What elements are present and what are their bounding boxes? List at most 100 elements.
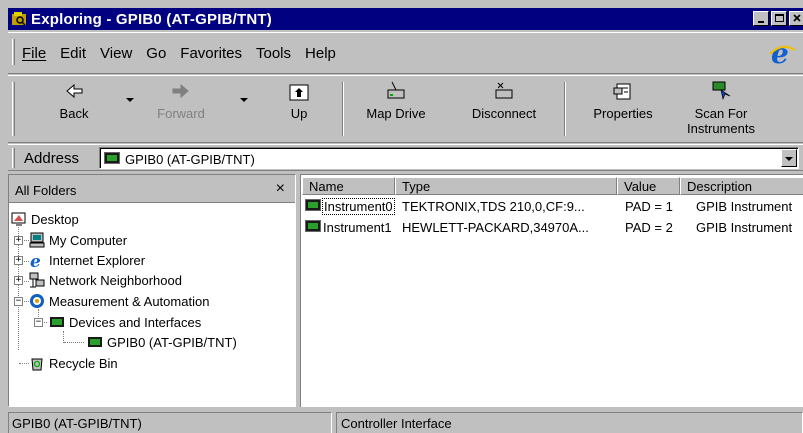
address-dropdown-button[interactable] [781, 149, 797, 167]
tree-label: Recycle Bin [49, 355, 118, 371]
status-location: GPIB0 (AT-GPIB/TNT) [8, 412, 332, 433]
forward-arrow-icon [169, 80, 193, 102]
devices-icon [49, 314, 65, 330]
back-dropdown-icon[interactable] [126, 98, 134, 102]
tree-item-desktop[interactable]: Desktop [11, 211, 79, 227]
back-label: Back [59, 106, 89, 121]
properties-label: Properties [593, 106, 653, 121]
table-row[interactable]: Instrument0 TEKTRONIX,TDS 210,0,CF:9... … [301, 196, 803, 216]
tree-item-my-computer[interactable]: My Computer [29, 232, 127, 248]
scan-for-instruments-button[interactable]: Scan For Instruments [684, 80, 758, 136]
up-folder-icon [287, 80, 311, 102]
mx-icon [29, 293, 45, 309]
folders-pane-header: All Folders × [9, 175, 295, 203]
back-button[interactable]: Back [54, 80, 94, 121]
row-description: GPIB Instrument [696, 220, 793, 235]
explorer-icon [11, 11, 27, 27]
back-arrow-icon [62, 80, 86, 102]
forward-button[interactable]: Forward [156, 80, 206, 121]
window-title: Exploring - GPIB0 (AT-GPIB/TNT) [31, 10, 272, 28]
gpib-instrument-icon [305, 220, 321, 232]
all-folders-label: All Folders [15, 183, 77, 198]
menu-tools[interactable]: Tools [256, 45, 291, 62]
toolbar-grip[interactable] [12, 82, 15, 136]
minimize-button[interactable] [753, 11, 769, 26]
tree-label: GPIB0 (AT-GPIB/TNT) [107, 334, 237, 350]
row-value: PAD = 2 [625, 220, 673, 235]
collapse-devices-interfaces[interactable]: − [34, 318, 43, 327]
expand-my-computer[interactable]: + [14, 236, 23, 245]
svg-text:e: e [30, 252, 41, 268]
tree-label: Devices and Interfaces [69, 314, 202, 330]
tree-item-gpib0[interactable]: GPIB0 (AT-GPIB/TNT) [87, 334, 237, 350]
tree-item-measurement-automation[interactable]: Measurement & Automation [29, 293, 209, 309]
map-drive-icon [384, 80, 408, 102]
forward-dropdown-icon[interactable] [240, 98, 248, 102]
network-icon [29, 272, 45, 288]
expand-network-neighborhood[interactable]: + [14, 276, 23, 285]
tree-item-recycle-bin[interactable]: Recycle Bin [29, 355, 118, 371]
properties-button[interactable]: Properties [588, 80, 658, 121]
close-button[interactable] [789, 11, 803, 26]
forward-label: Forward [157, 106, 205, 121]
tree-line [18, 227, 19, 350]
status-description: Controller Interface [336, 412, 803, 433]
menubar-grip[interactable] [12, 39, 15, 65]
disconnect-label: Disconnect [471, 106, 537, 121]
collapse-measurement-automation[interactable]: − [14, 297, 23, 306]
tree-item-devices-interfaces[interactable]: Devices and Interfaces [49, 314, 201, 330]
menu-bar: File Edit View Go Favorites Tools Help e [8, 32, 803, 74]
expand-internet-explorer[interactable]: + [14, 256, 23, 265]
ie-icon: e [29, 252, 45, 272]
menu-edit[interactable]: Edit [60, 45, 86, 62]
address-value: GPIB0 (AT-GPIB/TNT) [125, 152, 255, 167]
address-bar: Address GPIB0 (AT-GPIB/TNT) [8, 144, 803, 171]
title-bar[interactable]: Exploring - GPIB0 (AT-GPIB/TNT) [8, 8, 803, 30]
column-header-description[interactable]: Description [680, 177, 803, 195]
row-type: HEWLETT-PACKARD,34970A... [402, 220, 589, 235]
tree-label: Measurement & Automation [49, 293, 210, 309]
menu-file[interactable]: File [22, 45, 46, 62]
status-bar: GPIB0 (AT-GPIB/TNT) Controller Interface [8, 410, 803, 433]
disconnect-button[interactable]: Disconnect [468, 80, 540, 121]
tree-label: Network Neighborhood [49, 272, 182, 288]
column-header-value[interactable]: Value [617, 177, 680, 195]
addressbar-grip[interactable] [12, 148, 15, 168]
contents-pane: Name Type Value Description Instrument0 … [300, 174, 803, 407]
scan-instruments-icon [709, 80, 733, 102]
menu-help[interactable]: Help [305, 45, 336, 62]
column-header-type[interactable]: Type [395, 177, 617, 195]
map-drive-button[interactable]: Map Drive [360, 80, 432, 121]
gpib-icon [87, 334, 103, 350]
maximize-button[interactable] [771, 11, 787, 26]
row-name: Instrument1 [323, 220, 392, 235]
folders-pane: All Folders × + + + − − Desktop My Compu… [8, 174, 296, 407]
menu-favorites[interactable]: Favorites [180, 45, 242, 62]
up-label: Up [290, 106, 308, 121]
desktop-icon [11, 211, 27, 227]
ie-logo-icon: e [767, 37, 797, 70]
recycle-bin-icon [29, 355, 45, 371]
row-description: GPIB Instrument [696, 199, 793, 214]
table-row[interactable]: Instrument1 HEWLETT-PACKARD,34970A... PA… [301, 217, 803, 237]
tree-label: Internet Explorer [49, 252, 146, 268]
disconnect-icon [492, 80, 516, 102]
row-type: TEKTRONIX,TDS 210,0,CF:9... [402, 199, 585, 214]
tree-label: Desktop [31, 211, 79, 227]
address-field[interactable]: GPIB0 (AT-GPIB/TNT) [99, 147, 799, 169]
map-drive-label: Map Drive [366, 106, 426, 121]
scan-label-line2: Instruments [687, 121, 755, 136]
address-label: Address [24, 150, 80, 167]
properties-icon [611, 80, 635, 102]
up-button[interactable]: Up [284, 80, 314, 121]
close-pane-icon[interactable]: × [276, 180, 285, 198]
column-header-name[interactable]: Name [302, 177, 395, 195]
tree-item-internet-explorer[interactable]: e Internet Explorer [29, 252, 146, 272]
menu-go[interactable]: Go [146, 45, 166, 62]
menu-view[interactable]: View [100, 45, 132, 62]
tree-line [64, 342, 84, 343]
scan-label-line1: Scan For [694, 106, 748, 121]
gpib-instrument-icon [305, 199, 321, 211]
tree-label: My Computer [49, 232, 128, 248]
tree-item-network-neighborhood[interactable]: Network Neighborhood [29, 272, 182, 288]
